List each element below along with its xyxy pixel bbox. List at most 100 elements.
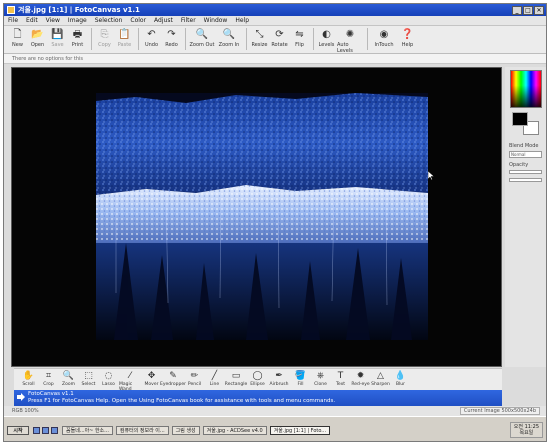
rotate-button[interactable]: ⟳ Rotate	[270, 28, 289, 48]
taskbar-task-button[interactable]: 겨울.jpg - ACDSee v4.0	[202, 425, 267, 435]
menu-file[interactable]: File	[8, 17, 18, 24]
tool-airbrush[interactable]: ✒ Airbrush	[268, 370, 290, 387]
undo-icon: ↶	[147, 29, 156, 40]
tool-zoom[interactable]: 🔍 Zoom	[59, 370, 78, 387]
close-button[interactable]: ✕	[534, 5, 544, 15]
tool-clone[interactable]: ⎈ Clone	[311, 370, 330, 387]
toolbar-label: Zoom In	[218, 42, 240, 48]
tray-day: 목요일	[519, 430, 534, 436]
menu-help[interactable]: Help	[235, 17, 249, 24]
toolbar-label: Open	[30, 42, 45, 48]
toolbar-label: Copy	[98, 42, 111, 48]
help-text: Press F1 for FotoCanvas Help. Open the U…	[28, 397, 336, 404]
menu-adjust[interactable]: Adjust	[154, 17, 173, 24]
menu-edit[interactable]: Edit	[26, 17, 38, 24]
tool-line[interactable]: ╱ Line	[205, 370, 224, 387]
opacity-field[interactable]	[509, 170, 542, 174]
flip-button[interactable]: ⇋ Flip	[290, 28, 309, 48]
undo-button[interactable]: ↶ Undo	[142, 28, 161, 48]
red-eye-icon: ✹	[356, 371, 365, 381]
menu-selection[interactable]: Selection	[95, 17, 123, 24]
desktop-shortcut-icon[interactable]	[33, 426, 40, 434]
primary-color-swatch[interactable]	[512, 112, 528, 126]
toolbar-separator	[313, 28, 314, 50]
line-icon: ╱	[211, 371, 218, 381]
maximize-button[interactable]: □	[523, 5, 533, 15]
blend-mode-select[interactable]: Normal	[509, 151, 542, 158]
save-icon: 💾	[51, 29, 64, 40]
tool-fill[interactable]: 🪣 Fill	[291, 370, 310, 387]
tool-label: Clone	[314, 382, 327, 387]
resize-icon: ⤡	[255, 29, 264, 40]
save-button[interactable]: 💾 Save	[48, 28, 67, 48]
intouch-button[interactable]: ◉ InTouch	[371, 28, 397, 48]
taskbar-task-button[interactable]: 꼼돌네...아~ 한소...	[62, 425, 113, 435]
tool-lasso[interactable]: ◌ Lasso	[99, 370, 118, 387]
tool-ellipse[interactable]: ◯ Ellipse	[248, 370, 267, 387]
tool-rectangle[interactable]: ▭ Rectangle	[225, 370, 247, 387]
opacity-slider[interactable]	[509, 178, 542, 182]
flip-icon: ⇋	[295, 29, 304, 40]
hand-icon: ✋	[22, 371, 35, 381]
zoom-in-button[interactable]: 🔍 Zoom In	[216, 28, 242, 48]
open-button[interactable]: 📂 Open	[28, 28, 47, 48]
tool-crop[interactable]: ⌗ Crop	[39, 370, 58, 387]
tool-label: Mover	[144, 382, 159, 387]
new-button[interactable]: 🗋 New	[8, 28, 27, 48]
toolbar-label: Auto Levels	[337, 42, 353, 54]
magic-wand-icon: ⁄	[129, 371, 131, 381]
redo-button[interactable]: ↷ Redo	[162, 28, 181, 48]
eyedropper-icon: ✎	[169, 371, 177, 381]
browser-shortcut-icon[interactable]	[42, 426, 49, 434]
minimize-button[interactable]: _	[512, 5, 522, 15]
tool-label: Line	[209, 382, 220, 387]
lasso-icon: ◌	[104, 371, 113, 381]
ellipse-icon: ◯	[252, 371, 263, 381]
toolbar-separator	[367, 28, 368, 50]
tool-blur[interactable]: 💧 Blur	[391, 370, 410, 387]
auto-levels-button[interactable]: ✺ Auto Levels	[337, 28, 363, 54]
intouch-icon: ◉	[379, 29, 389, 40]
airbrush-icon: ✒	[275, 371, 283, 381]
help-arrow-icon	[17, 393, 25, 401]
menu-bar: File Edit View Image Selection Color Adj…	[4, 16, 546, 26]
tool-red-eye[interactable]: ✹ Red-eye	[351, 370, 370, 387]
print-button[interactable]: 🖶 Print	[68, 28, 87, 48]
tool-magic-wand[interactable]: ⁄Magic Wand	[119, 370, 141, 392]
resize-button[interactable]: ⤡ Resize	[250, 28, 269, 48]
image-canvas[interactable]	[96, 93, 428, 340]
image-workspace[interactable]	[11, 67, 502, 367]
menu-color[interactable]: Color	[130, 17, 146, 24]
start-button[interactable]: 시작	[7, 425, 29, 435]
levels-button[interactable]: ◐ Levels	[317, 28, 336, 48]
color-palette[interactable]	[510, 70, 542, 108]
tool-pencil[interactable]: ✏ Pencil	[185, 370, 204, 387]
taskbar-task-button[interactable]: 그림 생성	[171, 425, 200, 435]
help-button[interactable]: ❓ Help	[398, 28, 417, 48]
menu-window[interactable]: Window	[204, 17, 228, 24]
tool-select[interactable]: ⬚ Select	[79, 370, 98, 387]
menu-view[interactable]: View	[46, 17, 60, 24]
tool-scroll[interactable]: ✋ Scroll	[19, 370, 38, 387]
task-list: 꼼돌네...아~ 한소... 컴퓨터의 정보라 이... 그림 생성 겨울.jpg -…	[62, 425, 333, 435]
tool-mover[interactable]: ✥ Mover	[142, 370, 161, 387]
menu-filter[interactable]: Filter	[181, 17, 196, 24]
menu-image[interactable]: Image	[68, 17, 87, 24]
tool-text[interactable]: T Text	[331, 370, 350, 387]
window-title: 겨울.jpg [1:1] | FotoCanvas v1.1	[18, 6, 140, 14]
tool-eyedropper[interactable]: ✎ Eyedropper	[160, 370, 186, 387]
zoom-out-button[interactable]: 🔍 Zoom Out	[189, 28, 215, 48]
tool-label: Pencil	[187, 382, 202, 387]
copy-button[interactable]: ⎘ Copy	[95, 28, 114, 48]
status-left: RGB 100%	[12, 408, 39, 414]
auto-levels-icon: ✺	[345, 29, 355, 40]
taskbar-task-button[interactable]: 컴퓨터의 정보라 이...	[115, 425, 169, 435]
taskbar-task-button[interactable]: 겨울.jpg [1:1] | Foto...	[269, 425, 331, 435]
paste-icon: 📋	[118, 29, 131, 40]
new-file-icon: 🗋	[13, 29, 22, 40]
paste-button[interactable]: 📋 Paste	[115, 28, 134, 48]
window-controls: _ □ ✕	[512, 5, 546, 15]
tool-sharpen[interactable]: △ Sharpen	[371, 370, 390, 387]
toolbar-label: Print	[71, 42, 84, 48]
explorer-shortcut-icon[interactable]	[51, 426, 58, 434]
